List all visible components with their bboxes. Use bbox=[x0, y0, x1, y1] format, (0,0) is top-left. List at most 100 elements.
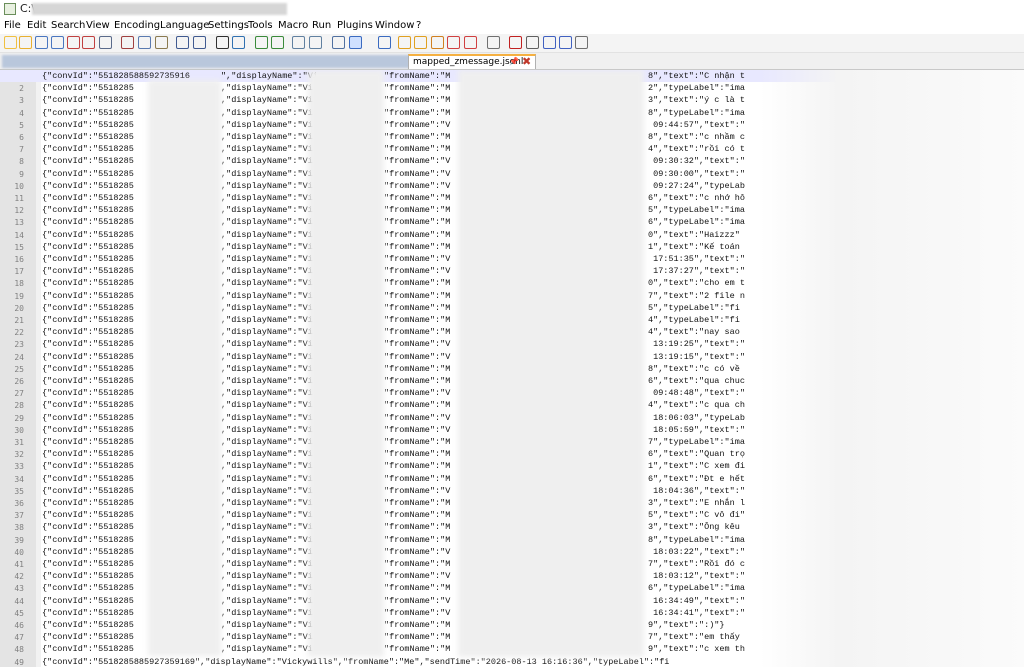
code-segment: ,"displayName":"Vi bbox=[221, 217, 313, 227]
redo-icon[interactable] bbox=[193, 36, 206, 49]
code-segment: {"convId":"5518285 bbox=[42, 156, 134, 166]
code-segment: 2","typeLabel":"ima bbox=[648, 83, 745, 93]
editor-area[interactable]: 1234567891011121314151617181920212223242… bbox=[0, 70, 1024, 667]
code-segment: "fromName":"M bbox=[384, 644, 451, 654]
show-all-chars-icon[interactable] bbox=[349, 36, 362, 49]
print-icon[interactable] bbox=[99, 36, 112, 49]
folder-workspace-icon[interactable] bbox=[447, 36, 460, 49]
menu-language[interactable]: Language bbox=[160, 20, 209, 31]
code-segment: 09:30:32","text":" bbox=[648, 156, 745, 166]
code-segment: {"convId":"5518285 bbox=[42, 339, 134, 349]
close-all-icon[interactable] bbox=[82, 36, 95, 49]
save-icon[interactable] bbox=[35, 36, 48, 49]
menu-help[interactable]: ? bbox=[416, 20, 421, 31]
code-segment: ,"displayName":"Vi bbox=[221, 156, 313, 166]
user-lang-icon[interactable] bbox=[398, 36, 411, 49]
line-number: 29 bbox=[14, 414, 24, 423]
copy-icon[interactable] bbox=[138, 36, 151, 49]
code-segment: "fromName":"M bbox=[384, 303, 451, 313]
code-segment: "fromName":"V bbox=[384, 413, 451, 423]
code-segment: "fromName":"M bbox=[384, 315, 451, 325]
new-file-icon[interactable] bbox=[4, 36, 17, 49]
code-segment: {"convId":"5518285 bbox=[42, 169, 134, 179]
menu-run[interactable]: Run bbox=[312, 20, 331, 31]
sync-vertical-icon[interactable] bbox=[292, 36, 305, 49]
code-segment: "fromName":"M bbox=[384, 108, 451, 118]
code-segment: 4","text":"c qua ch bbox=[648, 400, 745, 410]
indent-guide-icon[interactable] bbox=[378, 36, 391, 49]
menu-window[interactable]: Window bbox=[375, 20, 414, 31]
doc-map-icon[interactable] bbox=[414, 36, 427, 49]
close-icon[interactable] bbox=[67, 36, 80, 49]
code-segment: "fromName":"M bbox=[384, 217, 451, 227]
menu-search[interactable]: Search bbox=[51, 20, 85, 31]
menu-tools[interactable]: Tools bbox=[248, 20, 273, 31]
save-macro-icon[interactable] bbox=[559, 36, 572, 49]
code-segment: "fromName":"M bbox=[384, 535, 451, 545]
code-segment: ","displayName":"Vi bbox=[221, 71, 318, 81]
code-segment: 7","text":"Rồi đó c bbox=[648, 559, 745, 569]
code-segment: {"convId":"5518285 bbox=[42, 144, 134, 154]
code-segment: "fromName":"M bbox=[384, 461, 451, 471]
code-segment: {"convId":"5518285 bbox=[42, 510, 134, 520]
code-segment: {"convId":"5518285 bbox=[42, 474, 134, 484]
toolbar bbox=[0, 34, 1024, 53]
code-segment: "fromName":"V bbox=[384, 388, 451, 398]
sync-horizontal-icon[interactable] bbox=[309, 36, 322, 49]
menu-file[interactable]: File bbox=[4, 20, 21, 31]
paste-icon[interactable] bbox=[155, 36, 168, 49]
code-segment: ,"displayName":"Vi bbox=[221, 559, 313, 569]
code-segment: ,"displayName":"Vi bbox=[221, 400, 313, 410]
open-file-icon[interactable] bbox=[19, 36, 32, 49]
menu-settings[interactable]: Settings bbox=[208, 20, 249, 31]
code-segment: "fromName":"M bbox=[384, 510, 451, 520]
spell-icon[interactable] bbox=[575, 36, 588, 49]
menu-plugins[interactable]: Plugins bbox=[337, 20, 373, 31]
code-segment: 09:44:57","text":" bbox=[648, 120, 745, 130]
line-number: 23 bbox=[14, 340, 24, 349]
replace-icon[interactable] bbox=[232, 36, 245, 49]
record-macro-icon[interactable] bbox=[487, 36, 500, 49]
menu-macro[interactable]: Macro bbox=[278, 20, 308, 31]
fold-margin[interactable] bbox=[36, 70, 41, 667]
code-segment: ,"displayName":"Vi bbox=[221, 596, 313, 606]
code-segment: 6","text":"c nhớ hô bbox=[648, 193, 745, 203]
code-segment: 6","text":"Quan trọ bbox=[648, 449, 745, 459]
word-wrap-icon[interactable] bbox=[332, 36, 345, 49]
code-segment: "fromName":"M bbox=[384, 632, 451, 642]
line-number: 7 bbox=[19, 145, 24, 154]
run-macro-multiple-icon[interactable] bbox=[543, 36, 556, 49]
code-segment: {"convId":"5518285 bbox=[42, 608, 134, 618]
code-segment: {"convId":"5518285 bbox=[42, 413, 134, 423]
code-segment: 3","text":"Ông kêu bbox=[648, 522, 740, 532]
code-segment: "fromName":"M bbox=[384, 437, 451, 447]
code-segment: "fromName":"V bbox=[384, 254, 451, 264]
code-segment: 8","typeLabel":"ima bbox=[648, 535, 745, 545]
function-list-icon[interactable] bbox=[431, 36, 444, 49]
cut-icon[interactable] bbox=[121, 36, 134, 49]
undo-icon[interactable] bbox=[176, 36, 189, 49]
line-number: 9 bbox=[19, 170, 24, 179]
stop-macro-icon[interactable] bbox=[509, 36, 522, 49]
code-segment: ,"displayName":"Vi bbox=[221, 461, 313, 471]
close-tab-icon[interactable]: ✖ bbox=[522, 55, 531, 68]
find-icon[interactable] bbox=[216, 36, 229, 49]
menu-encoding[interactable]: Encoding bbox=[114, 20, 160, 31]
code-segment: 13:19:15","text":" bbox=[648, 352, 745, 362]
title-bar: C:\ bbox=[0, 0, 1024, 18]
code-segment: "fromName":"M bbox=[384, 327, 451, 337]
zoom-out-icon[interactable] bbox=[271, 36, 284, 49]
pin-icon[interactable]: 📌 bbox=[509, 57, 519, 66]
menu-edit[interactable]: Edit bbox=[27, 20, 46, 31]
play-macro-icon[interactable] bbox=[526, 36, 539, 49]
save-all-icon[interactable] bbox=[51, 36, 64, 49]
code-segment: 7","text":"2 file n bbox=[648, 291, 745, 301]
code-segment: {"convId":"5518285 bbox=[42, 559, 134, 569]
zoom-in-icon[interactable] bbox=[255, 36, 268, 49]
tab-mapped-zmessage[interactable]: mapped_zmessage.jsonl 📌 ✖ bbox=[408, 54, 536, 69]
monitoring-icon[interactable] bbox=[464, 36, 477, 49]
menu-view[interactable]: View bbox=[86, 20, 110, 31]
code-segment: "fromName":"M bbox=[384, 559, 451, 569]
code-segment: ,"displayName":"Vi bbox=[221, 303, 313, 313]
line-number: 25 bbox=[14, 365, 24, 374]
